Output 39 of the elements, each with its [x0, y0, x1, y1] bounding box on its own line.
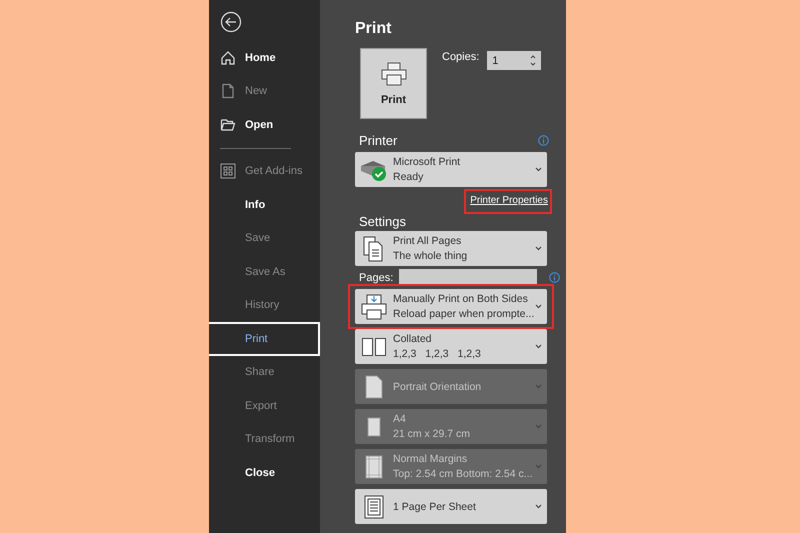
- chevron-down-icon: [535, 246, 542, 251]
- print-button[interactable]: Print: [360, 48, 427, 119]
- settings-dropdown[interactable]: Print All Pages The whole thing: [355, 231, 547, 266]
- chevron-down-icon: [535, 424, 542, 429]
- margins-icon: [365, 454, 383, 478]
- chevron-down-icon: [535, 384, 542, 389]
- page-icon: [367, 416, 381, 436]
- section-heading: Settings: [359, 214, 406, 229]
- chevron-down-icon: [535, 167, 542, 172]
- sidebar-item[interactable]: Info: [209, 188, 320, 222]
- info-icon[interactable]: [549, 272, 560, 283]
- copies-label: Copies:: [442, 51, 480, 63]
- chevron-down-icon: [535, 504, 542, 509]
- sidebar-item[interactable]: Close: [209, 456, 320, 490]
- two-pages-icon: [361, 336, 387, 356]
- sidebar-item[interactable]: Home: [209, 41, 320, 74]
- printer-icon: [360, 292, 388, 320]
- folder-icon: [220, 116, 236, 133]
- document-icon: [220, 83, 236, 100]
- page-icon: [365, 374, 383, 398]
- settings-dropdown[interactable]: Manually Print on Both Sides Reload paper when prompte...: [355, 289, 547, 324]
- spinner-arrows-icon[interactable]: [530, 54, 536, 67]
- printer-properties-link[interactable]: Printer Properties: [470, 195, 548, 206]
- section-heading: Printer: [359, 133, 398, 148]
- info-icon[interactable]: [538, 135, 549, 146]
- pages-label: Pages:: [359, 272, 394, 284]
- chevron-down-icon: [535, 464, 542, 469]
- settings-dropdown[interactable]: 1 Page Per Sheet: [355, 489, 547, 524]
- chevron-down-icon: [535, 304, 542, 309]
- printer-dropdown[interactable]: Microsoft Print Ready: [355, 152, 547, 187]
- sidebar-item[interactable]: Open: [209, 108, 320, 142]
- page-lines-icon: [364, 494, 384, 518]
- copies-spinner[interactable]: 1: [487, 51, 542, 70]
- printer-icon: [380, 62, 406, 86]
- page-title: Print: [355, 20, 392, 38]
- chevron-down-icon: [535, 344, 542, 349]
- grid-icon: [220, 163, 236, 180]
- home-icon: [220, 50, 236, 66]
- settings-dropdown[interactable]: Collated 1,2,3 1,2,3 1,2,3: [355, 329, 547, 364]
